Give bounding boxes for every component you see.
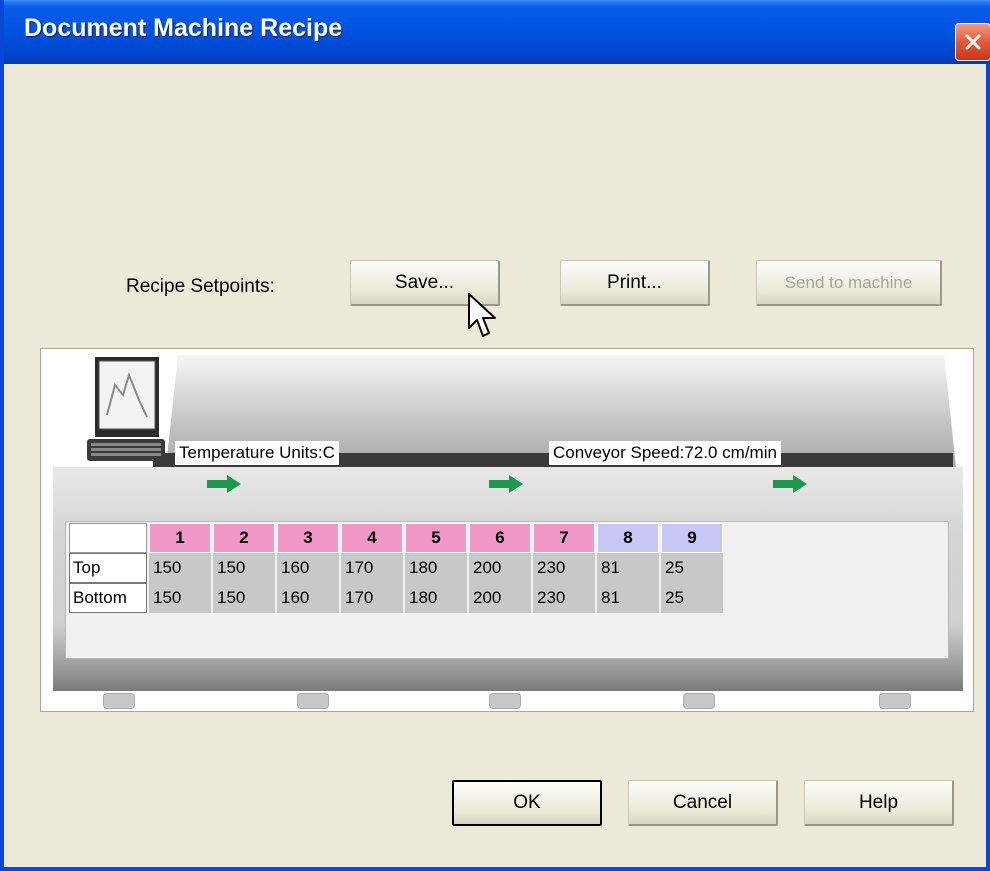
dialog-window: Document Machine Recipe Recipe Setpoints… xyxy=(0,0,990,871)
zone-header-row: 1 2 3 4 5 6 7 8 9 xyxy=(69,523,723,553)
setpoint-cell[interactable]: 150 xyxy=(213,553,275,583)
setpoint-cell[interactable]: 170 xyxy=(341,583,403,613)
close-icon xyxy=(965,34,981,50)
zone-header: 5 xyxy=(405,523,467,553)
oven-foot xyxy=(297,693,329,709)
setpoint-cell[interactable]: 160 xyxy=(277,583,339,613)
setpoint-cell[interactable]: 160 xyxy=(277,553,339,583)
setpoint-cell[interactable]: 150 xyxy=(149,553,211,583)
table-corner xyxy=(69,523,147,553)
setpoint-cell[interactable]: 170 xyxy=(341,553,403,583)
cancel-button[interactable]: Cancel xyxy=(628,780,778,826)
conveyor-speed-label: Conveyor Speed:72.0 cm/min xyxy=(549,441,781,465)
print-button[interactable]: Print... xyxy=(560,260,710,306)
oven-foot xyxy=(683,693,715,709)
setpoint-cell[interactable]: 230 xyxy=(533,553,595,583)
computer-icon xyxy=(87,357,165,461)
oven-foot xyxy=(103,693,135,709)
setpoint-cell[interactable]: 180 xyxy=(405,583,467,613)
help-button[interactable]: Help xyxy=(804,780,954,826)
mouse-cursor-icon xyxy=(468,293,496,337)
recipe-setpoints-label: Recipe Setpoints: xyxy=(126,276,275,297)
row-label-top: Top xyxy=(69,553,147,583)
zone-header: 7 xyxy=(533,523,595,553)
zone-header: 3 xyxy=(277,523,339,553)
setpoint-cell[interactable]: 230 xyxy=(533,583,595,613)
conveyor-arrow-icon xyxy=(773,475,807,493)
send-to-machine-button[interactable]: Send to machine xyxy=(756,260,942,306)
zone-header: 6 xyxy=(469,523,531,553)
close-button[interactable] xyxy=(955,23,990,61)
conveyor-arrow-icon xyxy=(207,475,241,493)
window-title: Document Machine Recipe xyxy=(24,14,343,42)
setpoint-cell[interactable]: 81 xyxy=(597,583,659,613)
setpoint-cell[interactable]: 81 xyxy=(597,553,659,583)
zone-setpoints-table: 1 2 3 4 5 6 7 8 9 Top 150 150 160 170 18… xyxy=(67,523,725,613)
conveyor-arrow-icon xyxy=(489,475,523,493)
table-row: Bottom 150 150 160 170 180 200 230 81 25 xyxy=(69,583,723,613)
setpoint-cell[interactable]: 200 xyxy=(469,583,531,613)
temperature-units-label: Temperature Units:C xyxy=(175,441,339,465)
zone-header: 8 xyxy=(597,523,659,553)
setpoint-cell[interactable]: 25 xyxy=(661,583,723,613)
setpoint-cell[interactable]: 150 xyxy=(149,583,211,613)
zone-header: 9 xyxy=(661,523,723,553)
oven-foot xyxy=(879,693,911,709)
oven-foot xyxy=(489,693,521,709)
setpoint-cell[interactable]: 150 xyxy=(213,583,275,613)
ok-button[interactable]: OK xyxy=(452,780,602,826)
title-bar[interactable]: Document Machine Recipe xyxy=(4,0,990,64)
setpoint-cell[interactable]: 180 xyxy=(405,553,467,583)
setpoint-cell[interactable]: 25 xyxy=(661,553,723,583)
zone-header: 2 xyxy=(213,523,275,553)
zone-header: 1 xyxy=(149,523,211,553)
table-row: Top 150 150 160 170 180 200 230 81 25 xyxy=(69,553,723,583)
setpoint-cell[interactable]: 200 xyxy=(469,553,531,583)
oven-diagram-panel: Temperature Units:C Conveyor Speed:72.0 … xyxy=(40,348,974,712)
zone-header: 4 xyxy=(341,523,403,553)
row-label-bottom: Bottom xyxy=(69,583,147,613)
